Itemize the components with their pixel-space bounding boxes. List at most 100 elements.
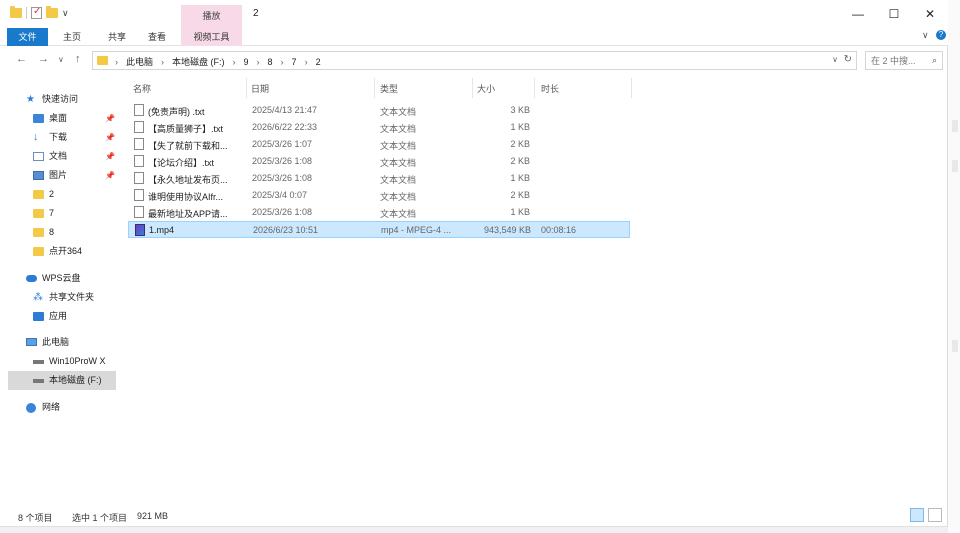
back-button[interactable]: ← bbox=[16, 53, 27, 65]
breadcrumb-9[interactable]: 9 bbox=[244, 57, 249, 67]
tab-video-tools[interactable]: 视频工具 bbox=[181, 28, 242, 46]
column-divider[interactable] bbox=[472, 78, 473, 98]
nav-folder-7[interactable]: 7 bbox=[0, 204, 118, 223]
file-row[interactable]: (免责声明) .txt 2025/4/13 21:47 文本文档 3 KB bbox=[128, 102, 630, 119]
search-icon[interactable]: ⌕ bbox=[932, 55, 937, 66]
address-dropdown-icon[interactable]: ∨ bbox=[832, 55, 838, 64]
nav-quick-access[interactable]: ★ 快速访问 bbox=[0, 90, 118, 109]
file-row[interactable]: 【高质量狮子】.txt 2026/6/22 22:33 文本文档 1 KB bbox=[128, 119, 630, 136]
recent-locations-icon[interactable]: ∨ bbox=[58, 55, 64, 64]
nav-this-pc[interactable]: 此电脑 bbox=[0, 333, 118, 352]
nav-folder-2[interactable]: 2 bbox=[0, 185, 118, 204]
file-size: 1 KB bbox=[510, 207, 530, 217]
column-divider[interactable] bbox=[631, 78, 632, 98]
tab-file[interactable]: 文件 bbox=[7, 28, 48, 46]
file-name: 谁明使用协议AIfr... bbox=[148, 192, 224, 202]
details-view-icon[interactable] bbox=[910, 508, 924, 522]
column-divider[interactable] bbox=[374, 78, 375, 98]
breadcrumb-8[interactable]: 8 bbox=[268, 57, 273, 67]
pin-icon[interactable]: 📌 bbox=[105, 166, 115, 185]
file-date: 2025/3/4 0:07 bbox=[252, 190, 308, 200]
nav-folder-dk364[interactable]: 点开364 bbox=[0, 242, 118, 261]
nav-desktop[interactable]: 桌面 📌 bbox=[0, 109, 118, 128]
nav-label: 此电脑 bbox=[42, 337, 70, 347]
file-row[interactable]: 【失了就前下载和... 2025/3/26 1:07 文本文档 2 KB bbox=[128, 136, 630, 153]
text-file-icon bbox=[134, 138, 144, 150]
nav-wps-cloud[interactable]: WPS云盘 bbox=[0, 269, 118, 288]
chevron-right-icon[interactable]: › bbox=[233, 57, 236, 67]
pin-icon[interactable]: 📌 bbox=[105, 128, 115, 147]
column-size[interactable]: 大小 bbox=[477, 82, 495, 95]
properties-icon[interactable] bbox=[31, 6, 42, 19]
tab-view[interactable]: 查看 bbox=[140, 28, 174, 46]
file-row[interactable]: 【永久地址发布页... 2025/3/26 1:08 文本文档 1 KB bbox=[128, 170, 630, 187]
breadcrumb-this-pc[interactable]: 此电脑 bbox=[126, 55, 153, 68]
nav-folder-8[interactable]: 8 bbox=[0, 223, 118, 242]
address-bar[interactable]: › 此电脑 › 本地磁盘 (F:) › 9 › 8 › 7 › 2 ∨ ↻ bbox=[92, 51, 857, 70]
file-row-selected[interactable]: 1.mp4 2026/6/23 10:51 mp4 - MPEG-4 ... 9… bbox=[128, 221, 630, 238]
nav-apps[interactable]: 应用 bbox=[0, 307, 118, 326]
tab-share[interactable]: 共享 bbox=[100, 28, 134, 46]
picture-icon bbox=[33, 171, 44, 180]
cloud-icon bbox=[26, 275, 37, 282]
file-date: 2025/3/26 1:08 bbox=[252, 173, 313, 183]
refresh-icon[interactable]: ↻ bbox=[844, 54, 852, 65]
folder-icon[interactable] bbox=[10, 6, 22, 18]
folder-icon bbox=[33, 228, 44, 237]
pin-icon[interactable]: 📌 bbox=[105, 109, 115, 128]
breadcrumb-7[interactable]: 7 bbox=[292, 57, 297, 67]
column-divider[interactable] bbox=[246, 78, 247, 98]
nav-drive-local-f[interactable]: 本地磁盘 (F:) bbox=[8, 371, 116, 390]
close-button[interactable]: ✕ bbox=[912, 0, 948, 28]
nav-network[interactable]: 网络 bbox=[0, 398, 118, 417]
nav-downloads[interactable]: ↓ 下载 📌 bbox=[0, 128, 118, 147]
forward-button[interactable]: → bbox=[38, 53, 49, 65]
nav-label: 网络 bbox=[42, 402, 61, 412]
edge-mark bbox=[952, 160, 958, 172]
column-name[interactable]: 名称 bbox=[133, 82, 151, 95]
column-divider[interactable] bbox=[534, 78, 535, 98]
up-button[interactable]: ↑ bbox=[75, 53, 81, 65]
selection-count: 选中 1 个项目 bbox=[72, 513, 128, 523]
nav-label: 7 bbox=[49, 208, 55, 218]
file-type: 文本文档 bbox=[380, 175, 417, 185]
chevron-right-icon[interactable]: › bbox=[257, 57, 260, 67]
pin-icon[interactable]: 📌 bbox=[105, 147, 115, 166]
ribbon-expand-icon[interactable]: ∨ bbox=[922, 30, 929, 41]
breadcrumb-local-disk[interactable]: 本地磁盘 (F:) bbox=[172, 55, 225, 68]
context-tab-play[interactable]: 播放 bbox=[181, 5, 242, 28]
search-box[interactable]: ⌕ bbox=[865, 51, 943, 70]
chevron-right-icon[interactable]: › bbox=[161, 57, 164, 67]
minimize-button[interactable]: — bbox=[840, 0, 876, 28]
tab-home[interactable]: 主页 bbox=[52, 28, 92, 46]
chevron-right-icon[interactable]: › bbox=[115, 57, 118, 67]
nav-shared-folder[interactable]: ⁂ 共享文件夹 bbox=[0, 288, 118, 307]
chevron-right-icon[interactable]: › bbox=[305, 57, 308, 67]
new-folder-icon[interactable] bbox=[46, 6, 58, 18]
nav-drive-win10[interactable]: Win10ProW X bbox=[0, 352, 118, 371]
selection-size: 921 MB bbox=[137, 511, 169, 521]
nav-label: 本地磁盘 (F:) bbox=[49, 375, 102, 385]
breadcrumb-2[interactable]: 2 bbox=[316, 57, 321, 67]
file-row[interactable]: 最新地址及APP请... 2025/3/26 1:08 文本文档 1 KB bbox=[128, 204, 630, 221]
column-date[interactable]: 日期 bbox=[251, 82, 269, 95]
search-input[interactable] bbox=[866, 52, 926, 69]
file-size: 2 KB bbox=[510, 156, 530, 166]
file-name: 【失了就前下载和... bbox=[148, 141, 228, 151]
nav-documents[interactable]: 文档 📌 bbox=[0, 147, 118, 166]
nav-pictures[interactable]: 图片 📌 bbox=[0, 166, 118, 185]
column-duration[interactable]: 时长 bbox=[541, 82, 559, 95]
large-icons-view-icon[interactable] bbox=[928, 508, 942, 522]
file-name: 【高质量狮子】.txt bbox=[148, 124, 224, 134]
file-size: 2 KB bbox=[510, 190, 530, 200]
help-icon[interactable]: ? bbox=[936, 30, 946, 40]
qat-dropdown-icon[interactable]: ∨ bbox=[62, 8, 69, 19]
column-type[interactable]: 类型 bbox=[380, 82, 398, 95]
maximize-button[interactable]: ☐ bbox=[876, 0, 912, 28]
file-row[interactable]: 谁明使用协议AIfr... 2025/3/4 0:07 文本文档 2 KB bbox=[128, 187, 630, 204]
folder-icon bbox=[33, 190, 44, 199]
nav-label: Win10ProW X bbox=[49, 356, 106, 366]
file-row[interactable]: 【论坛介绍】.txt 2025/3/26 1:08 文本文档 2 KB bbox=[128, 153, 630, 170]
chevron-right-icon[interactable]: › bbox=[281, 57, 284, 67]
edge-mark bbox=[952, 340, 958, 352]
